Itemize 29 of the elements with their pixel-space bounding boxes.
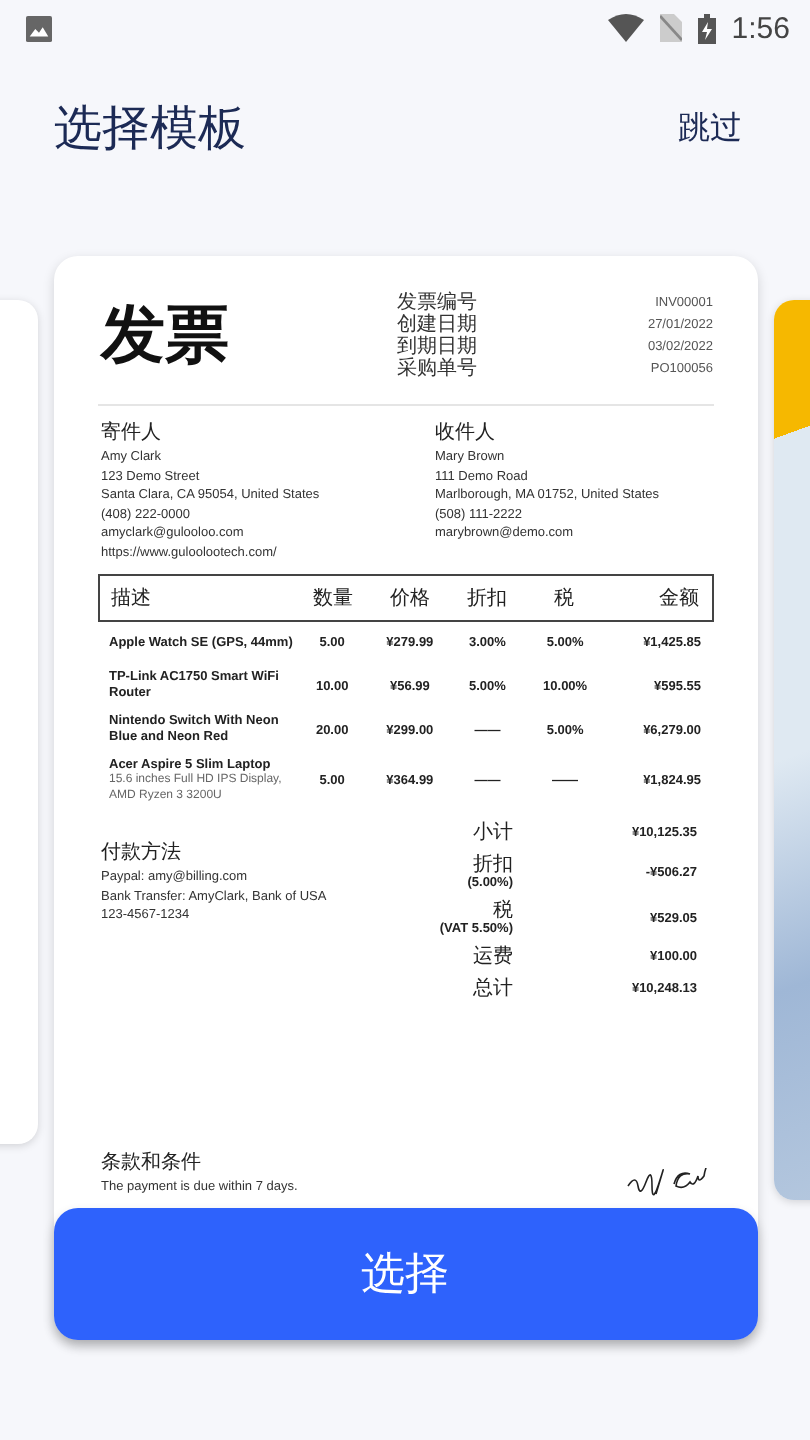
skip-button[interactable]: 跳过: [678, 107, 742, 149]
no-sim-icon: [659, 14, 682, 42]
page-title: 选择模板: [54, 100, 246, 160]
column-header: 折扣: [464, 585, 509, 612]
image-icon: [26, 15, 52, 41]
select-button[interactable]: 选择: [53, 1208, 757, 1340]
status-time: 1:56: [731, 11, 790, 45]
signature-drawing: [625, 1168, 713, 1196]
total-label: 运费: [473, 946, 513, 968]
meta-label: 创建日期: [397, 314, 479, 336]
total-label: 小计: [473, 822, 513, 844]
party-heading: 寄件人: [101, 419, 163, 446]
column-header: 价格: [387, 585, 432, 612]
total-label: 折扣: [473, 854, 513, 876]
column-header: 数量: [310, 586, 355, 612]
column-header: 金额: [656, 585, 699, 612]
party-heading: 收件人: [435, 420, 497, 446]
total-label: 总计: [473, 978, 513, 1000]
column-header: 税: [552, 585, 577, 612]
meta-label: 到期日期: [397, 336, 479, 358]
battery-charging-icon: [697, 13, 716, 43]
payment-heading: 付款方法: [101, 839, 183, 866]
invoice-title: 发票: [101, 296, 229, 374]
meta-label: 采购单号: [397, 358, 479, 380]
column-header: 描述: [111, 585, 153, 612]
terms-heading: 条款和条件: [101, 1149, 203, 1175]
meta-label: 发票编号: [397, 292, 479, 314]
total-label: 税: [493, 900, 513, 922]
wifi-icon: [607, 14, 644, 42]
